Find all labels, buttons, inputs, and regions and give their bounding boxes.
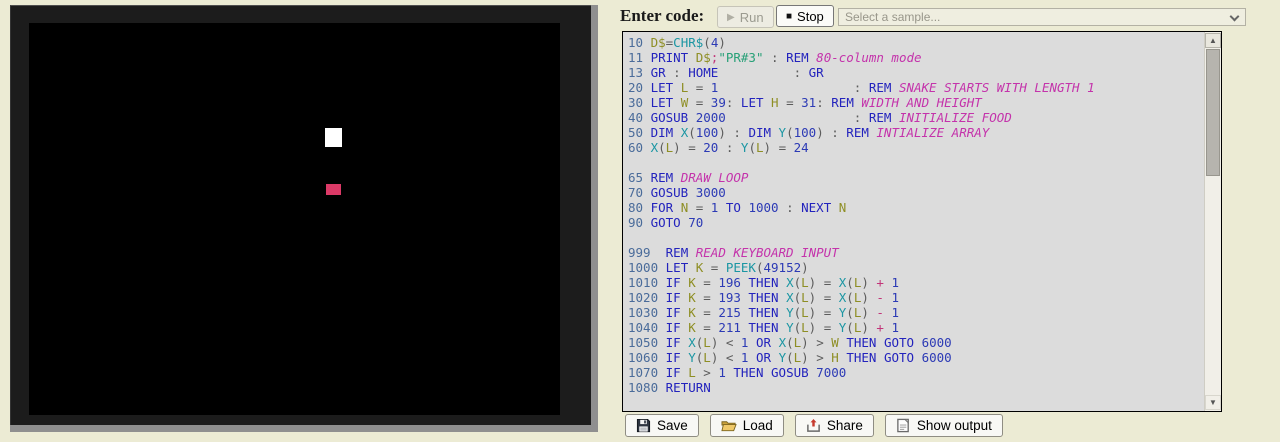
code-line: 13 GR : HOME : GR bbox=[628, 65, 1204, 80]
code-line: 90 GOTO 70 bbox=[628, 215, 1204, 230]
scroll-down-icon: ▼ bbox=[1209, 398, 1217, 407]
chevron-down-icon bbox=[1230, 12, 1240, 22]
load-button-label: Load bbox=[743, 418, 773, 433]
code-line bbox=[628, 395, 1204, 410]
scroll-down-button[interactable]: ▼ bbox=[1205, 395, 1221, 410]
code-line: 50 DIM X(100) : DIM Y(100) : REM INTIALI… bbox=[628, 125, 1204, 140]
code-line: 65 REM DRAW LOOP bbox=[628, 170, 1204, 185]
code-line: 1010 IF K = 196 THEN X(L) = X(L) + 1 bbox=[628, 275, 1204, 290]
snake-segment-block bbox=[325, 128, 342, 147]
code-line: 1000 LET K = PEEK(49152) bbox=[628, 260, 1204, 275]
run-button-label: Run bbox=[740, 10, 764, 25]
scroll-up-button[interactable]: ▲ bbox=[1205, 33, 1221, 48]
monitor-bezel bbox=[10, 5, 591, 425]
code-editor: 10 D$=CHR$(4)11 PRINT D$;"PR#3" : REM 80… bbox=[622, 31, 1222, 412]
save-button-label: Save bbox=[657, 418, 688, 433]
toolbar: Enter code: ▶ Run ■ Stop Select a sample… bbox=[618, 0, 1280, 30]
code-line: 10 D$=CHR$(4) bbox=[628, 35, 1204, 50]
output-document-icon bbox=[896, 418, 911, 433]
show-output-button[interactable]: Show output bbox=[885, 414, 1003, 437]
show-output-button-label: Show output bbox=[917, 418, 992, 433]
load-button[interactable]: Load bbox=[710, 414, 784, 437]
scroll-up-icon: ▲ bbox=[1209, 36, 1217, 45]
code-line: 1020 IF K = 193 THEN X(L) = X(L) - 1 bbox=[628, 290, 1204, 305]
code-lines[interactable]: 10 D$=CHR$(4)11 PRINT D$;"PR#3" : REM 80… bbox=[623, 32, 1204, 411]
code-line: 1080 RETURN bbox=[628, 380, 1204, 395]
share-button[interactable]: Share bbox=[795, 414, 874, 437]
footer-toolbar: Save Load Share Show output bbox=[625, 414, 1003, 437]
sample-select-placeholder: Select a sample... bbox=[845, 10, 940, 24]
code-line: 40 GOSUB 2000 : REM INITIALIZE FOOD bbox=[628, 110, 1204, 125]
code-line: 80 FOR N = 1 TO 1000 : NEXT N bbox=[628, 200, 1204, 215]
play-icon: ▶ bbox=[727, 12, 735, 23]
scrollbar-thumb[interactable] bbox=[1206, 49, 1220, 176]
code-line: 999 REM READ KEYBOARD INPUT bbox=[628, 245, 1204, 260]
code-line: 1060 IF Y(L) < 1 OR Y(L) > H THEN GOTO 6… bbox=[628, 350, 1204, 365]
enter-code-label: Enter code: bbox=[620, 6, 704, 26]
load-folder-icon bbox=[721, 418, 737, 433]
code-line: 20 LET L = 1 : REM SNAKE STARTS WITH LEN… bbox=[628, 80, 1204, 95]
share-upload-icon bbox=[806, 418, 821, 433]
code-line bbox=[628, 230, 1204, 245]
stop-icon: ■ bbox=[786, 11, 792, 22]
run-button[interactable]: ▶ Run bbox=[717, 6, 774, 28]
code-line: 60 X(L) = 20 : Y(L) = 24 bbox=[628, 140, 1204, 155]
sample-select[interactable]: Select a sample... bbox=[838, 8, 1246, 26]
save-floppy-icon bbox=[636, 418, 651, 433]
crt-screen[interactable] bbox=[29, 23, 560, 415]
code-line: 1070 IF L > 1 THEN GOSUB 7000 bbox=[628, 365, 1204, 380]
code-line: 1030 IF K = 215 THEN Y(L) = Y(L) - 1 bbox=[628, 305, 1204, 320]
code-line: 1050 IF X(L) < 1 OR X(L) > W THEN GOTO 6… bbox=[628, 335, 1204, 350]
save-button[interactable]: Save bbox=[625, 414, 699, 437]
code-line: 11 PRINT D$;"PR#3" : REM 80-column mode bbox=[628, 50, 1204, 65]
stop-button[interactable]: ■ Stop bbox=[776, 5, 834, 27]
editor-scrollbar: ▲ ▼ bbox=[1204, 32, 1221, 411]
code-line: 70 GOSUB 3000 bbox=[628, 185, 1204, 200]
code-line bbox=[628, 155, 1204, 170]
app-root: { "header": { "label": "Enter code:", "r… bbox=[0, 0, 1280, 442]
code-line: 30 LET W = 39: LET H = 31: REM WIDTH AND… bbox=[628, 95, 1204, 110]
food-block bbox=[326, 184, 341, 195]
monitor-frame bbox=[10, 5, 598, 432]
code-line: 1999 REM CREATE FOOD bbox=[628, 410, 1204, 411]
code-line: 1040 IF K = 211 THEN Y(L) = Y(L) + 1 bbox=[628, 320, 1204, 335]
stop-button-label: Stop bbox=[797, 9, 824, 24]
share-button-label: Share bbox=[827, 418, 863, 433]
